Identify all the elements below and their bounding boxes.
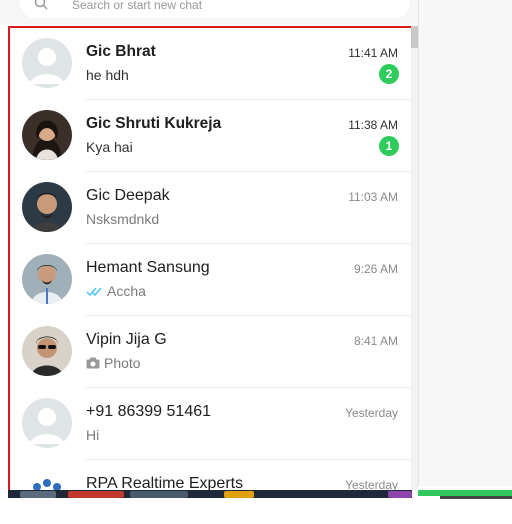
conversation-pane — [418, 0, 512, 486]
chat-message-text: he hdh — [86, 67, 129, 83]
chat-item[interactable]: Gic Shruti Kukreja 11:38 AM Kya hai 1 — [10, 100, 411, 172]
chat-last-message: Photo — [86, 355, 141, 371]
chat-time: 11:03 AM — [348, 190, 398, 204]
chat-message-text: Hi — [86, 427, 100, 443]
chat-item[interactable]: Gic Deepak 11:03 AM Nsksmdnkd — [10, 172, 411, 244]
chat-last-message: he hdh — [86, 67, 129, 83]
avatar — [22, 110, 72, 160]
search-bar: Search or start new chat — [0, 0, 418, 24]
taskbar-app-icon[interactable] — [20, 491, 56, 498]
chat-time: 11:41 AM — [348, 46, 398, 60]
chat-item[interactable]: Vipin Jija G 8:41 AM Photo — [10, 316, 411, 388]
avatar — [22, 182, 72, 232]
avatar — [22, 254, 72, 304]
chat-last-message: Hi — [86, 427, 99, 443]
chat-time: Yesterday — [345, 406, 398, 420]
chat-time: 9:26 AM — [353, 262, 398, 276]
taskbar-app-icon[interactable] — [388, 491, 412, 498]
chat-name: Gic Shruti Kukreja — [86, 115, 222, 132]
camera-icon — [86, 357, 100, 369]
search-placeholder: Search or start new chat — [72, 0, 203, 12]
chat-list-panel: Search or start new chat Gic Bhrat 11:41… — [0, 0, 418, 524]
taskbar — [0, 490, 512, 524]
chat-time: 11:38 AM — [348, 118, 398, 132]
avatar — [22, 326, 72, 376]
chat-name: +91 86399 51461 — [86, 403, 212, 420]
chat-name: Vipin Jija G — [86, 331, 167, 348]
search-icon — [34, 0, 48, 10]
taskbar-strip — [8, 490, 412, 498]
default-avatar-icon — [22, 398, 72, 448]
chat-name: Hemant Sansung — [86, 259, 210, 276]
taskbar-tray — [440, 496, 512, 499]
chat-message-text: Accha — [107, 283, 146, 299]
chat-message-text: Nsksmdnkd — [86, 211, 160, 227]
chat-message-text: Photo — [104, 355, 141, 371]
chat-list: Gic Bhrat 11:41 AM he hdh 2 Gic Shruti K… — [8, 26, 413, 500]
double-check-icon — [86, 287, 102, 296]
chat-time: 8:41 AM — [353, 334, 398, 348]
unread-badge: 1 — [379, 136, 399, 156]
taskbar-app-icon[interactable] — [130, 491, 188, 498]
chat-name: Gic Deepak — [86, 187, 170, 204]
chat-message-text: Kya hai — [86, 139, 133, 155]
scrollbar-thumb[interactable] — [411, 26, 418, 48]
chat-last-message: Kya hai — [86, 139, 133, 155]
search-input[interactable]: Search or start new chat — [20, 0, 410, 18]
chat-name: Gic Bhrat — [86, 43, 156, 60]
chat-list-scrollbar[interactable] — [411, 26, 418, 491]
chat-last-message: Nsksmdnkd — [86, 211, 159, 227]
chat-item[interactable]: Hemant Sansung 9:26 AM Accha — [10, 244, 411, 316]
default-avatar-icon — [22, 38, 72, 88]
taskbar-app-icon[interactable] — [224, 491, 254, 498]
chat-item[interactable]: Gic Bhrat 11:41 AM he hdh 2 — [10, 28, 411, 100]
chat-last-message: Accha — [86, 283, 146, 299]
unread-badge: 2 — [379, 64, 399, 84]
taskbar-app-icon[interactable] — [68, 491, 124, 498]
chat-item[interactable]: +91 86399 51461 Yesterday Hi — [10, 388, 411, 460]
